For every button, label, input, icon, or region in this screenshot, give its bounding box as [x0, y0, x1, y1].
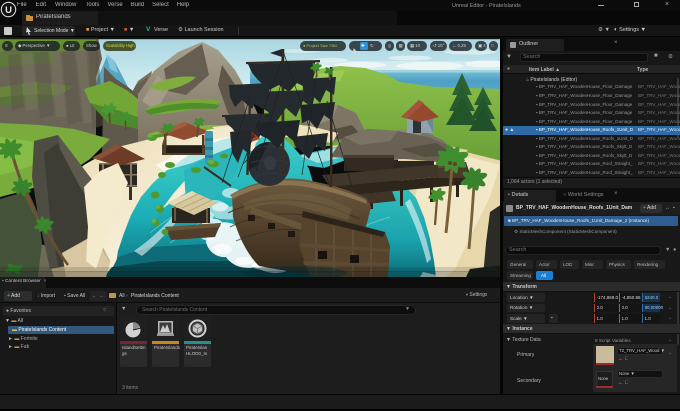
svg-text:U: U — [5, 5, 12, 16]
